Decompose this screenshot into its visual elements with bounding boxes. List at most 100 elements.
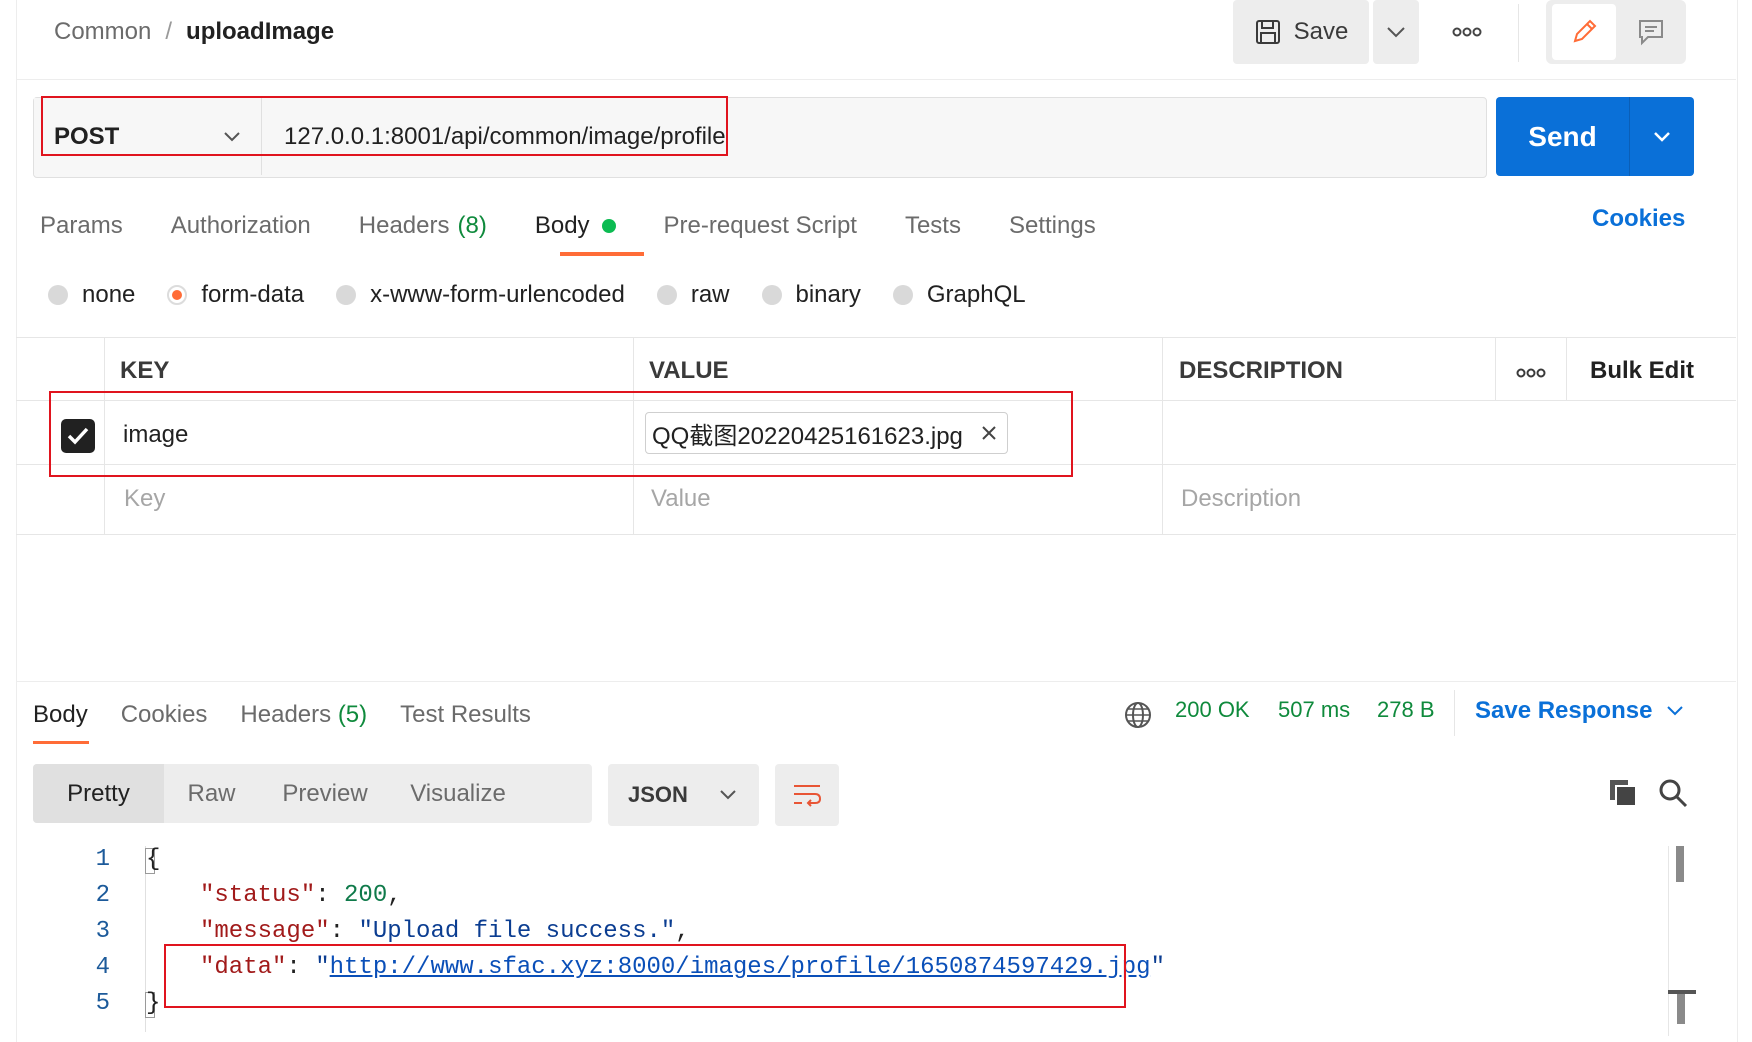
table-border [104,337,105,535]
method-select[interactable]: POST [34,98,262,175]
more-actions-button[interactable] [1445,16,1489,48]
view-pretty[interactable]: Pretty [33,764,164,823]
code-open-brace: { [146,846,161,873]
body-type-raw[interactable]: raw [656,281,730,309]
table-border [16,464,1736,465]
body-type-binary[interactable]: binary [761,281,861,309]
request-name[interactable]: uploadImage [186,18,334,46]
code-line-data: "data": "http://www.sfac.xyz:8000/images… [200,954,1165,981]
tab-authorization[interactable]: Authorization [171,212,311,240]
breadcrumb-separator: / [165,18,173,45]
value-input[interactable]: Value [651,485,711,513]
body-type-x-www-form-urlencoded[interactable]: x-www-form-urlencoded [336,281,625,309]
comments-button[interactable] [1622,4,1680,60]
json-url-link[interactable]: http://www.sfac.xyz:8000/images/profile/… [330,954,1151,981]
json-key: "data" [200,954,287,981]
save-options-button[interactable] [1373,0,1419,64]
scrollbar-thumb[interactable] [1676,846,1684,882]
param-key[interactable]: image [123,421,188,449]
more-icon [1516,368,1546,378]
breadcrumb-collection[interactable]: Common [54,18,151,46]
scrollbar-thumb-lower[interactable] [1677,994,1685,1024]
body-type-form-data[interactable]: form-data [167,281,304,309]
headers-count: (8) [457,212,487,239]
json-key: "message" [200,918,330,945]
line-number: 1 [95,846,110,873]
resp-tab-cookies[interactable]: Cookies [121,701,208,729]
save-response-label: Save Response [1475,697,1653,724]
file-chip[interactable]: QQ截图20220425161623.jpg [645,412,1008,454]
active-tab-underline [33,741,89,744]
search-icon[interactable] [1658,778,1688,813]
file-name: QQ截图20220425161623.jpg [652,422,963,450]
wrap-lines-button[interactable] [775,764,839,826]
code-line-message: "message": "Upload file success.", [200,918,690,945]
resp-tab-test-results[interactable]: Test Results [400,701,531,729]
bulk-edit-link[interactable]: Bulk Edit [1590,357,1694,385]
send-button-group: Send [1496,97,1694,176]
resp-tab-body[interactable]: Body [33,701,88,729]
code-close-brace: } [146,990,161,1017]
table-border [1495,337,1496,401]
send-options-button[interactable] [1630,97,1694,176]
table-border [16,534,1736,535]
col-header-value: VALUE [649,357,729,384]
close-icon[interactable] [981,425,997,441]
body-type-label: binary [795,281,861,308]
tab-prerequest-script[interactable]: Pre-request Script [664,212,857,240]
col-header-description: DESCRIPTION [1179,357,1344,384]
body-type-graphql[interactable]: GraphQL [892,281,1026,309]
resp-headers-count: (5) [337,701,368,728]
json-key: "status" [200,882,316,909]
url-input[interactable]: 127.0.0.1:8001/api/common/image/profile [284,112,726,162]
row-enabled-checkbox[interactable] [61,419,95,453]
right-panel-toggle [1546,0,1686,64]
body-type-none[interactable]: none [48,281,135,309]
description-input[interactable]: Description [1181,485,1301,513]
format-select[interactable]: JSON [608,764,759,826]
save-icon [1255,20,1280,44]
cookies-link[interactable]: Cookies [1592,205,1685,233]
tab-params[interactable]: Params [40,212,123,240]
copy-icon[interactable] [1608,778,1638,813]
tab-body-label: Body [534,212,590,239]
tab-settings[interactable]: Settings [1009,212,1096,240]
send-button[interactable]: Send [1496,97,1629,176]
col-header-key: KEY [120,357,170,384]
radio-icon [336,285,357,305]
tab-body[interactable]: Body [535,212,616,240]
form-data-table: KEY VALUE DESCRIPTION Bulk Edit image QQ… [16,337,1736,535]
radio-selected-icon [167,285,188,305]
resp-headers-label: Headers [240,701,332,728]
view-preview[interactable]: Preview [259,764,391,823]
body-type-label: none [82,281,136,308]
column-options-button[interactable] [1516,357,1546,385]
tab-headers[interactable]: Headers (8) [359,212,487,240]
request-tabs: Params Authorization Headers (8) Body Pre… [40,203,1144,249]
radio-icon [656,285,677,305]
edit-mode-button[interactable] [1552,4,1616,60]
response-size[interactable]: 278 B [1377,697,1435,723]
view-visualize[interactable]: Visualize [391,764,525,823]
body-type-radio-group: none form-data x-www-form-urlencoded raw… [48,275,1058,315]
header-divider [1518,4,1519,62]
format-label: JSON [628,782,688,807]
tab-tests[interactable]: Tests [905,212,961,240]
status-divider [1454,690,1455,736]
scrollbar-track [1668,846,1669,1036]
view-raw[interactable]: Raw [164,764,259,823]
response-time[interactable]: 507 ms [1278,697,1350,723]
table-border [1566,337,1567,401]
globe-icon[interactable] [1123,700,1153,735]
wrap-icon [794,785,822,807]
body-type-label: raw [690,281,730,308]
status-code[interactable]: 200 OK [1175,697,1250,723]
save-response-button[interactable]: Save Response [1475,697,1684,725]
save-button[interactable]: Save [1233,0,1369,64]
radio-icon [48,285,68,305]
chevron-down-icon [1387,27,1405,38]
line-number: 2 [95,882,110,909]
resp-tab-headers[interactable]: Headers (5) [240,701,367,729]
breadcrumb: Common / uploadImage [54,14,334,50]
key-input[interactable]: Key [124,485,165,513]
